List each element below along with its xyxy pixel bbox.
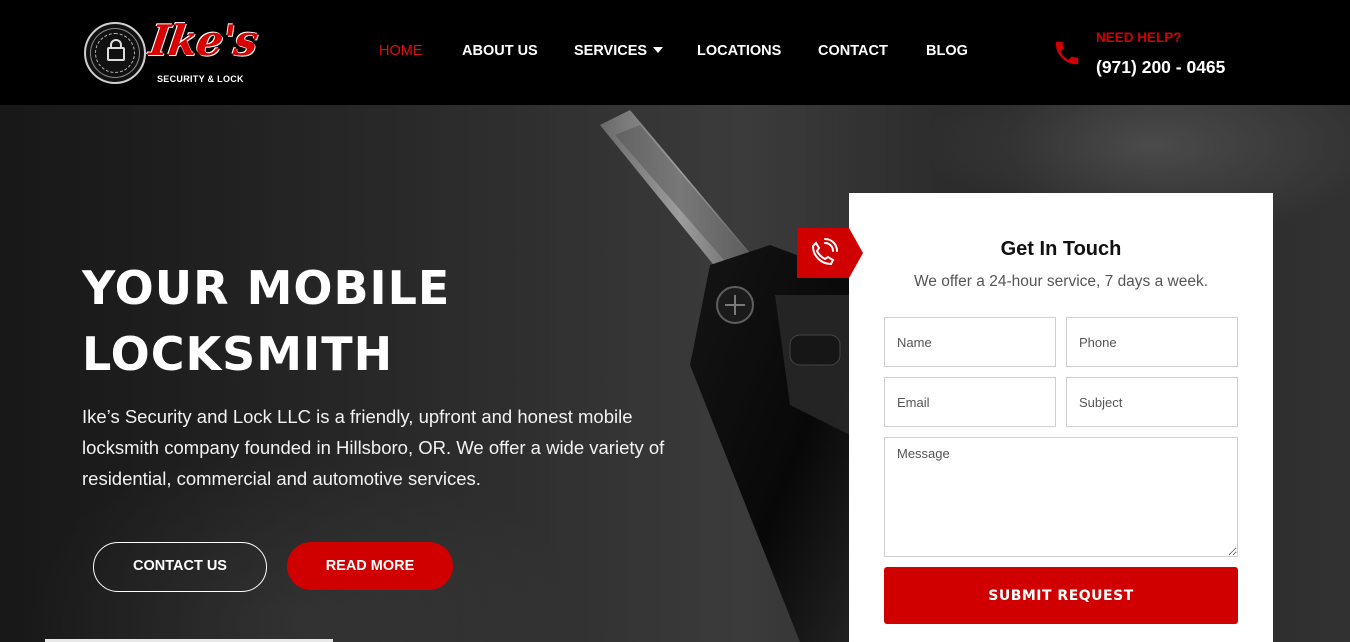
email-field[interactable] [884, 377, 1056, 427]
name-field[interactable] [884, 317, 1056, 367]
help-contact: NEED HELP? (971) 200 - 0465 [1052, 28, 1252, 83]
contact-us-button[interactable]: CONTACT US [93, 542, 267, 592]
read-more-button[interactable]: READ MORE [287, 542, 453, 590]
nav-item-contact[interactable]: CONTACT [818, 43, 888, 59]
logo-brand: Ike's [146, 16, 261, 65]
phone-icon [1055, 41, 1079, 65]
submit-request-button[interactable]: SUBMIT REQUEST [884, 567, 1238, 624]
form-title: Get In Touch [1000, 238, 1122, 260]
subject-field[interactable] [1066, 377, 1238, 427]
nav-item-about-us[interactable]: ABOUT US [462, 43, 538, 59]
phone-field[interactable] [1066, 317, 1238, 367]
chevron-down-icon [653, 47, 664, 53]
hero-title-line-1: YOUR MOBILE [82, 261, 451, 315]
logo-seal-icon [84, 22, 146, 84]
nav-item-blog[interactable]: BLOG [926, 43, 968, 59]
contact-form-card: Get In Touch We offer a 24-hour service,… [849, 193, 1273, 642]
phone-number-link[interactable]: (971) 200 - 0465 [1096, 57, 1225, 78]
nav-item-services-label: SERVICES [574, 43, 648, 59]
nav-item-home[interactable]: HOME [379, 43, 423, 59]
message-field[interactable] [884, 437, 1238, 557]
hero-title-line-2: LOCKSMITH [82, 327, 394, 381]
hero-section: YOUR MOBILE LOCKSMITH Ike’s Security and… [0, 105, 1350, 642]
phone-ringing-icon [797, 228, 863, 278]
nav-item-services[interactable]: SERVICES [574, 43, 664, 59]
site-header: Ike's SECURITY & LOCK HOME ABOUT US SERV… [0, 0, 1350, 105]
hero-description: Ike’s Security and Lock LLC is a friendl… [82, 406, 665, 489]
logo[interactable]: Ike's SECURITY & LOCK [84, 16, 260, 86]
need-help-label: NEED HELP? [1096, 30, 1182, 45]
form-subtitle: We offer a 24-hour service, 7 days a wee… [913, 273, 1209, 290]
logo-tagline: SECURITY & LOCK [157, 74, 244, 84]
nav-item-locations[interactable]: LOCATIONS [697, 43, 781, 59]
hero-title: YOUR MOBILE LOCKSMITH [82, 255, 602, 387]
